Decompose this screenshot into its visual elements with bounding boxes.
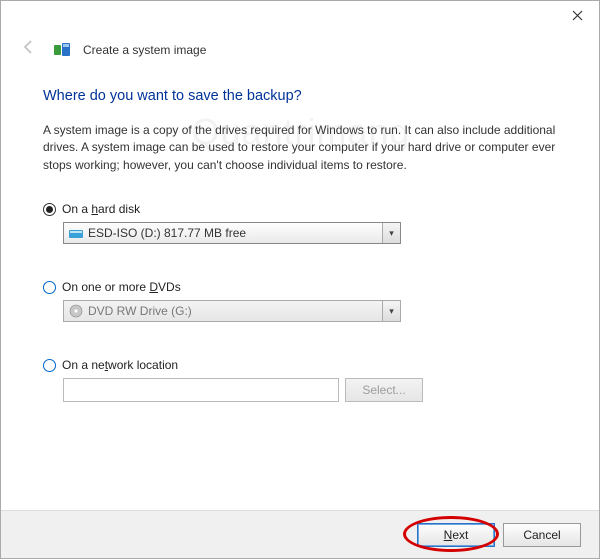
dvd-value: DVD RW Drive (G:) <box>88 304 382 318</box>
content-area: Where do you want to save the backup? A … <box>1 66 599 402</box>
radio-hard-disk[interactable]: On a hard disk <box>43 202 559 216</box>
arrow-left-icon <box>21 39 37 55</box>
dvd-dropdown[interactable]: DVD RW Drive (G:) ▾ <box>63 300 401 322</box>
network-path-input[interactable] <box>63 378 339 402</box>
next-button[interactable]: Next <box>417 523 495 547</box>
title-bar <box>1 1 599 31</box>
radio-network[interactable]: On a network location <box>43 358 559 372</box>
option-network: On a network location Select... <box>43 358 559 402</box>
page-description: A system image is a copy of the drives r… <box>43 122 559 174</box>
radio-label-network: On a network location <box>62 358 178 372</box>
radio-icon <box>43 203 56 216</box>
hard-disk-dropdown[interactable]: ESD-ISO (D:) 817.77 MB free ▾ <box>63 222 401 244</box>
select-button: Select... <box>345 378 423 402</box>
radio-label-dvd: On one or more DVDs <box>62 280 181 294</box>
chevron-down-icon: ▾ <box>382 301 400 321</box>
radio-icon <box>43 281 56 294</box>
window-title: Create a system image <box>83 43 206 57</box>
back-button[interactable] <box>17 37 41 62</box>
system-image-icon <box>53 41 71 59</box>
close-icon <box>572 10 583 21</box>
radio-label-hard-disk: On a hard disk <box>62 202 140 216</box>
cancel-button[interactable]: Cancel <box>503 523 581 547</box>
radio-dvd[interactable]: On one or more DVDs <box>43 280 559 294</box>
close-button[interactable] <box>555 1 599 29</box>
chevron-down-icon: ▾ <box>382 223 400 243</box>
option-hard-disk: On a hard disk ESD-ISO (D:) 817.77 MB fr… <box>43 202 559 244</box>
disc-icon <box>68 303 84 319</box>
option-dvd: On one or more DVDs DVD RW Drive (G:) ▾ <box>43 280 559 322</box>
drive-icon <box>68 225 84 241</box>
footer: Next Cancel <box>1 510 599 558</box>
radio-icon <box>43 359 56 372</box>
header: Create a system image <box>1 31 599 66</box>
hard-disk-value: ESD-ISO (D:) 817.77 MB free <box>88 226 382 240</box>
page-heading: Where do you want to save the backup? <box>43 88 559 104</box>
